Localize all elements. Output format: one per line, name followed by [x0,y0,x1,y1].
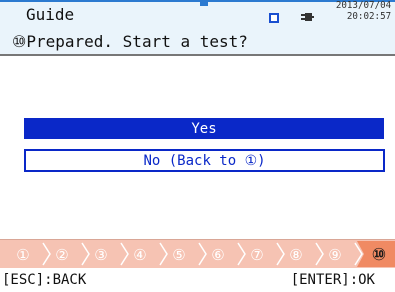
step-separator [198,242,207,266]
step-separator [81,242,90,266]
title-bar: Guide 2013/07/04 20:02:57 [0,0,395,30]
step-chevrons: ① ② ③ ④ ⑤ ⑥ ⑦ ⑧ ⑨ ⑩ [16,241,395,267]
yes-option-label: Yes [191,120,217,137]
key-hint-bar: [ESC]:BACK [ENTER]:OK [0,268,395,292]
step-label: ⑧ [289,246,302,264]
step-separator [42,242,51,266]
step-separator [276,242,285,266]
esc-back-hint[interactable]: [ESC]:BACK [2,271,86,289]
options-panel: Yes No (Back to ①) [0,56,395,239]
step-progress-bar: ① ② ③ ④ ⑤ ⑥ ⑦ ⑧ ⑨ ⑩ [0,239,395,268]
step-label: ⑦ [250,246,263,264]
page-title: Guide [26,5,75,24]
no-option-label: No (Back to ①) [143,152,266,169]
guide-screen: Guide 2013/07/04 20:02:57 ⑩Prepared. Sta… [0,0,395,292]
step-label: ⑥ [211,246,224,264]
step-separator [120,242,129,266]
date-readout: 2013/07/04 [335,0,391,11]
step-label: ⑨ [328,246,341,264]
step-label: ① [16,246,29,264]
step-label: ③ [94,246,107,264]
step-separator [237,242,246,266]
enter-ok-hint[interactable]: [ENTER]:OK [291,271,375,289]
step-label: ④ [133,246,146,264]
step-label: ⑤ [172,246,185,264]
step-label: ② [55,246,68,264]
plug-icon [298,8,314,27]
no-back-option[interactable]: No (Back to ①) [24,149,385,172]
prompt-text: ⑩Prepared. Start a test? [12,32,248,51]
battery-icon [268,9,280,28]
time-readout: 20:02:57 [346,11,391,22]
guide-prompt-bar: ⑩Prepared. Start a test? [0,30,395,56]
step-separator [159,242,168,266]
step-separator [315,242,324,266]
yes-option[interactable]: Yes [24,118,384,139]
title-bar-notch [200,0,208,6]
step-label: ⑩ [372,245,386,265]
